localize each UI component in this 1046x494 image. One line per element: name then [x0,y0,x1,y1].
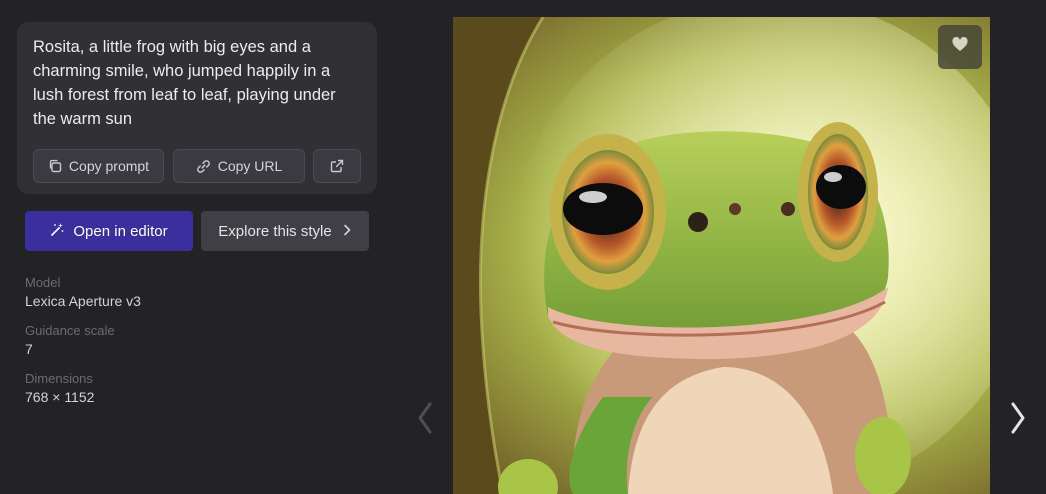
guidance-value: 7 [25,341,33,357]
open-in-editor-label: Open in editor [73,222,168,240]
dimensions-detail: Dimensions 768 × 1152 [25,371,94,405]
frog-illustration [453,17,990,494]
open-external-button[interactable] [313,149,361,183]
prompt-text: Rosita, a little frog with big eyes and … [33,38,336,128]
link-icon [196,159,211,174]
copy-prompt-label: Copy prompt [68,158,150,174]
chevron-left-icon [417,402,433,439]
copy-url-label: Copy URL [217,158,283,174]
favorite-button[interactable] [938,25,982,69]
copy-url-button[interactable]: Copy URL [173,149,305,183]
explore-style-label: Explore this style [218,222,332,240]
open-in-editor-button[interactable]: Open in editor [25,211,193,251]
heart-icon [952,36,968,57]
generated-image[interactable] [453,17,990,494]
dimensions-label: Dimensions [25,371,93,386]
dimensions-value: 768 × 1152 [25,389,95,405]
model-label: Model [25,275,61,290]
external-link-icon [330,159,344,173]
guidance-label: Guidance scale [25,323,115,338]
previous-image-button[interactable] [410,400,440,440]
magic-wand-icon [50,222,65,241]
explore-style-button[interactable]: Explore this style [201,211,369,251]
model-detail: Model Lexica Aperture v3 [25,275,141,309]
copy-prompt-button[interactable]: Copy prompt [33,149,164,183]
chevron-right-icon [1010,402,1026,439]
prompt-card: Rosita, a little frog with big eyes and … [17,22,377,194]
model-value: Lexica Aperture v3 [25,293,141,309]
next-image-button[interactable] [1003,400,1033,440]
chevron-right-icon [342,223,352,240]
guidance-detail: Guidance scale 7 [25,323,115,357]
copy-icon [48,159,62,173]
